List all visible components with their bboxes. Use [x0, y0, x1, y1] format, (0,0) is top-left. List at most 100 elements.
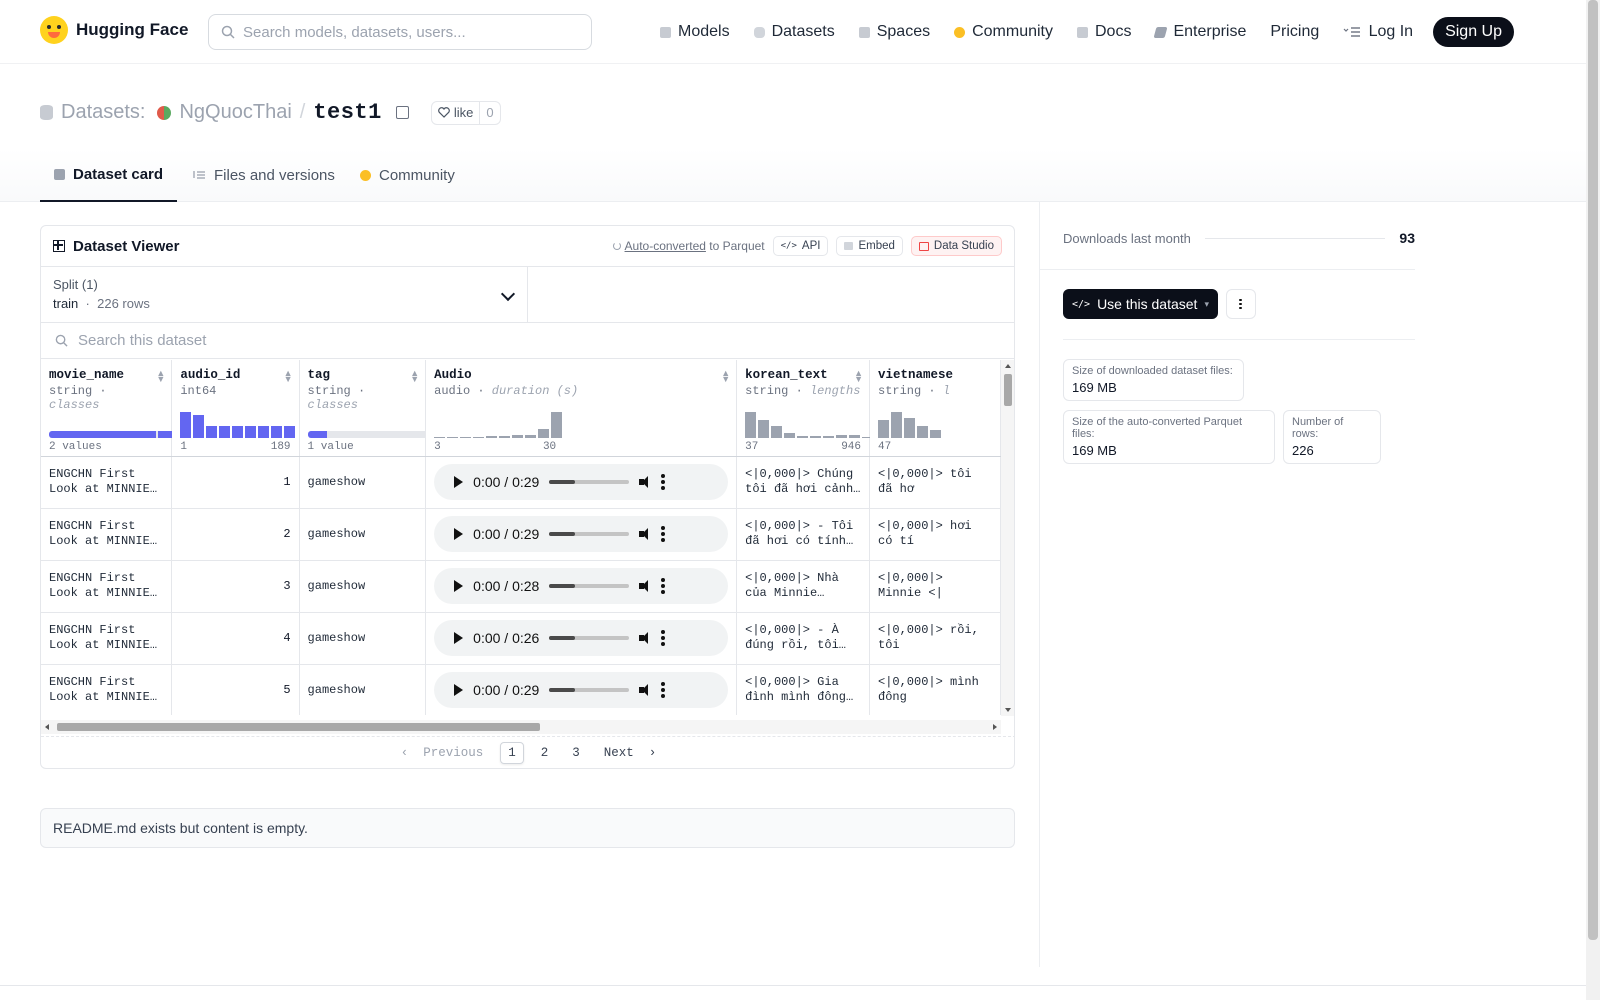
- play-icon[interactable]: [454, 580, 464, 592]
- scrollbar-thumb[interactable]: [1004, 374, 1012, 406]
- next-page-button[interactable]: Next ›: [597, 743, 664, 763]
- page-3-button[interactable]: 3: [565, 743, 587, 763]
- play-icon[interactable]: [454, 632, 464, 644]
- histogram-bar[interactable]: [771, 425, 783, 438]
- nav-spaces[interactable]: Spaces: [858, 23, 930, 41]
- nav-datasets[interactable]: Datasets: [753, 23, 835, 41]
- histogram-bar[interactable]: [284, 425, 296, 438]
- histogram-bar[interactable]: [538, 428, 550, 438]
- kebab-icon[interactable]: [661, 526, 666, 542]
- cell-movie-name[interactable]: ENGCHN First Look at MINNIEs Korean…: [41, 508, 173, 561]
- volume-icon[interactable]: [639, 476, 651, 488]
- cell-vietnamese[interactable]: <|0,000|> hơi có tí: [869, 508, 1001, 561]
- cell-audio-id[interactable]: 1: [171, 456, 300, 509]
- scroll-up-arrow-icon[interactable]: [1005, 364, 1011, 368]
- histogram-bar[interactable]: [512, 434, 524, 438]
- sort-icon[interactable]: ▲ ▼: [284, 369, 293, 384]
- nav-docs[interactable]: Docs: [1077, 23, 1131, 41]
- copy-icon[interactable]: [395, 106, 409, 119]
- column-header-tag[interactable]: tag string · classes ▲ ▼ 1 value: [299, 360, 436, 457]
- cell-korean-text[interactable]: <|0,000|> - Tôi đã hơi có tính cách…: [736, 508, 870, 561]
- histogram-bar[interactable]: [219, 425, 231, 438]
- histogram-bar[interactable]: [551, 411, 563, 438]
- volume-icon[interactable]: [639, 528, 651, 540]
- table-row[interactable]: ENGCHN First Look at MINNIEs Korean… 5 gam…: [41, 664, 1001, 715]
- class-segment[interactable]: [307, 430, 327, 438]
- kebab-icon[interactable]: [661, 682, 666, 698]
- histogram-bar[interactable]: [810, 435, 822, 438]
- column-header-movie-name[interactable]: movie_name string · classes ▲ ▼ 2 values: [41, 360, 177, 457]
- tab-dataset-card[interactable]: Dataset card: [40, 148, 178, 202]
- histogram-bar[interactable]: [206, 425, 218, 438]
- histogram-bar[interactable]: [891, 411, 902, 438]
- column-header-korean-text[interactable]: korean_text string · lengths ▲ ▼ 37 946: [736, 360, 874, 457]
- signup-button[interactable]: Sign Up: [1433, 17, 1514, 47]
- page-1-button[interactable]: 1: [500, 741, 524, 764]
- brand-logo[interactable]: Hugging Face: [40, 16, 188, 44]
- kebab-icon[interactable]: [661, 630, 666, 646]
- nav-pricing[interactable]: Pricing: [1270, 23, 1319, 41]
- cell-movie-name[interactable]: ENGCHN First Look at MINNIEs Korean…: [41, 456, 173, 509]
- table-row[interactable]: ENGCHN First Look at MINNIEs Korean… 4 gam…: [41, 612, 1001, 665]
- column-header-vietnamese[interactable]: vietnamese string · l 47: [869, 360, 1001, 457]
- previous-page-button[interactable]: ‹ Previous: [394, 743, 491, 763]
- cell-korean-text[interactable]: <|0,000|> Gia đình mình đông người,…: [736, 664, 870, 715]
- like-button[interactable]: like: [432, 101, 481, 124]
- table-row[interactable]: ENGCHN First Look at MINNIEs Korean… 2 gam…: [41, 508, 1001, 561]
- play-icon[interactable]: [454, 684, 464, 696]
- login-link[interactable]: Log In: [1369, 23, 1413, 41]
- dataset-search[interactable]: Search this dataset: [41, 323, 1014, 359]
- cell-movie-name[interactable]: ENGCHN First Look at MINNIEs Korean…: [41, 560, 173, 613]
- cell-vietnamese[interactable]: <|0,000|> mình đông: [869, 664, 1001, 715]
- histogram-bar[interactable]: [193, 414, 205, 438]
- tab-files-and-versions[interactable]: Files and versions: [179, 148, 349, 202]
- page-scrollbar-thumb[interactable]: [1588, 0, 1598, 940]
- scroll-down-arrow-icon[interactable]: [1005, 708, 1011, 712]
- owner-link[interactable]: NgQuocThai: [179, 101, 291, 124]
- histogram-bar[interactable]: [930, 429, 941, 438]
- api-button[interactable]: </> API: [772, 236, 829, 256]
- cell-audio-id[interactable]: 4: [171, 612, 300, 665]
- scroll-left-arrow-icon[interactable]: [45, 724, 49, 730]
- cell-movie-name[interactable]: ENGCHN First Look at MINNIEs Korean…: [41, 612, 173, 665]
- cell-audio-id[interactable]: 2: [171, 508, 300, 561]
- histogram-bar[interactable]: [878, 419, 889, 438]
- audio-progress-slider[interactable]: [549, 532, 630, 536]
- section-label[interactable]: Datasets:: [61, 101, 145, 124]
- cell-tag[interactable]: gameshow: [299, 456, 427, 509]
- cell-tag[interactable]: gameshow: [299, 508, 427, 561]
- nav-more[interactable]: [1343, 26, 1361, 38]
- kebab-icon[interactable]: [661, 474, 666, 490]
- histogram-bar[interactable]: [258, 425, 270, 438]
- split-selector[interactable]: Split (1) train · 226 rows: [41, 267, 528, 322]
- scrollbar-thumb[interactable]: [57, 723, 540, 731]
- volume-icon[interactable]: [639, 580, 651, 592]
- tab-community[interactable]: Community: [346, 148, 469, 202]
- data-table-container[interactable]: movie_name string · classes ▲ ▼ 2 values …: [41, 360, 1001, 715]
- cell-korean-text[interactable]: <|0,000|> - À đúng rồi, tôi nghe nói…: [736, 612, 870, 665]
- table-row[interactable]: ENGCHN First Look at MINNIEs Korean… 1 gam…: [41, 456, 1001, 509]
- histogram-bar[interactable]: [758, 419, 770, 438]
- kebab-icon[interactable]: [661, 578, 666, 594]
- histogram-bar[interactable]: [784, 432, 796, 438]
- histogram-bar[interactable]: [525, 434, 537, 438]
- histogram-bar[interactable]: [904, 417, 915, 438]
- histogram-bar[interactable]: [849, 434, 861, 438]
- table-horizontal-scrollbar[interactable]: [41, 720, 1001, 734]
- histogram-bar[interactable]: [797, 435, 809, 438]
- histogram-bar[interactable]: [434, 436, 446, 438]
- global-search-input[interactable]: [243, 23, 563, 41]
- cell-audio-id[interactable]: 3: [171, 560, 300, 613]
- cell-movie-name[interactable]: ENGCHN First Look at MINNIEs Korean…: [41, 664, 173, 715]
- play-icon[interactable]: [454, 476, 464, 488]
- sort-icon[interactable]: ▲ ▼: [854, 369, 863, 384]
- audio-progress-slider[interactable]: [549, 688, 630, 692]
- histogram-bar[interactable]: [180, 411, 192, 438]
- page-2-button[interactable]: 2: [534, 743, 556, 763]
- column-header-audio-id[interactable]: audio_id int64 ▲ ▼ 1 189: [171, 360, 300, 457]
- histogram-bar[interactable]: [745, 411, 757, 438]
- table-row[interactable]: ENGCHN First Look at MINNIEs Korean… 3 gam…: [41, 560, 1001, 613]
- histogram-bar[interactable]: [271, 425, 283, 438]
- histogram-bar[interactable]: [473, 436, 485, 438]
- sort-icon[interactable]: ▲ ▼: [410, 369, 419, 384]
